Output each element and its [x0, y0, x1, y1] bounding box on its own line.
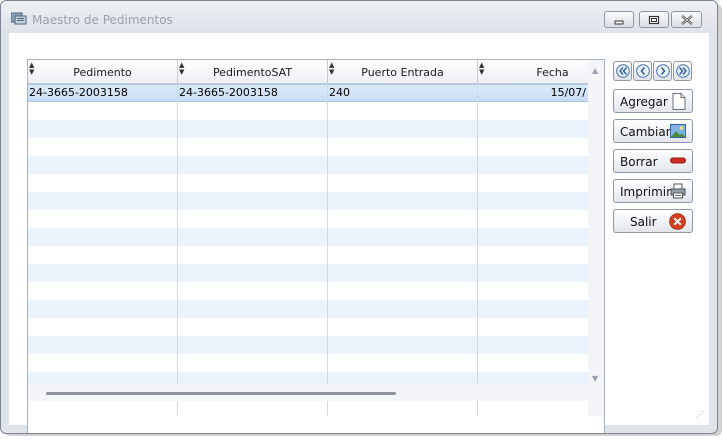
- sort-arrows-icon: ▲ ▼: [479, 61, 485, 76]
- edit-image-icon: [670, 124, 686, 138]
- empty-row: [28, 228, 588, 246]
- chevron-right-icon: [656, 64, 670, 78]
- table-row[interactable]: 24-3665-2003158 24-3665-2003158 240 15/0…: [28, 84, 588, 102]
- cell-fecha: 15/07/: [550, 86, 586, 99]
- close-button[interactable]: [671, 11, 702, 28]
- empty-row: [28, 336, 588, 354]
- column-divider: [327, 84, 328, 416]
- sort-arrows-icon: ▲ ▼: [329, 61, 335, 76]
- salir-label: Salir: [630, 215, 657, 229]
- agregar-label: Agregar: [620, 95, 668, 109]
- chevron-left-icon: [636, 64, 650, 78]
- next-record-button[interactable]: [653, 61, 672, 81]
- minus-icon: [670, 157, 686, 164]
- empty-row: [28, 282, 588, 300]
- minimize-button[interactable]: [604, 11, 634, 28]
- last-record-button[interactable]: [673, 61, 692, 81]
- main-window: Maestro de Pedimentos ▲ ▼ Pedimento ▲ ▼ Pedi…: [0, 0, 718, 434]
- sort-arrows-icon: ▲ ▼: [179, 61, 185, 76]
- empty-row: [28, 264, 588, 282]
- sort-arrows-icon: ▲ ▼: [29, 61, 35, 76]
- double-chevron-right-icon: [676, 64, 690, 78]
- printer-icon: [670, 183, 686, 199]
- grid-rows: 24-3665-2003158 24-3665-2003158 240 15/0…: [28, 84, 588, 416]
- imprimir-label: Imprimir: [620, 185, 672, 199]
- salir-button[interactable]: Salir: [613, 209, 693, 233]
- minimize-icon: [614, 20, 624, 25]
- app-icon: [11, 12, 27, 25]
- empty-row: [28, 156, 588, 174]
- empty-row: [28, 318, 588, 336]
- column-header-pedimentosat[interactable]: ▲ ▼ PedimentoSAT: [178, 60, 328, 84]
- borrar-button[interactable]: Borrar: [613, 149, 693, 173]
- client-area: ▲ ▼ Pedimento ▲ ▼ PedimentoSAT ▲ ▼ Puerto Entr…: [9, 33, 709, 433]
- exit-x-icon: [669, 213, 686, 230]
- column-header-label: Fecha: [536, 66, 569, 79]
- empty-row: [28, 192, 588, 210]
- empty-row: [28, 102, 588, 120]
- scroll-up-arrow-icon[interactable]: ▲: [592, 66, 598, 75]
- maximize-button[interactable]: [639, 11, 669, 28]
- resize-grip-icon[interactable]: ⋰: [696, 410, 704, 419]
- grid-viewport: ▲ ▼ Pedimento ▲ ▼ PedimentoSAT ▲ ▼ Puerto Entr…: [28, 60, 588, 416]
- grid-header: ▲ ▼ Pedimento ▲ ▼ PedimentoSAT ▲ ▼ Puerto Entr…: [28, 60, 588, 84]
- cambiar-label: Cambiar: [620, 125, 671, 139]
- column-header-puerto-entrada[interactable]: ▲ ▼ Puerto Entrada: [328, 60, 478, 84]
- maximize-icon: [648, 15, 660, 25]
- title-bar[interactable]: Maestro de Pedimentos: [1, 1, 717, 33]
- first-record-button[interactable]: [613, 61, 632, 81]
- horizontal-scrollbar[interactable]: [28, 384, 604, 401]
- column-header-label: Pedimento: [73, 66, 132, 79]
- vertical-scrollbar[interactable]: ▲ ▼: [588, 60, 604, 416]
- close-icon: [681, 15, 693, 25]
- imprimir-button[interactable]: Imprimir: [613, 179, 693, 203]
- empty-row: [28, 354, 588, 372]
- column-divider: [477, 84, 478, 416]
- column-header-label: PedimentoSAT: [212, 66, 293, 79]
- column-header-pedimento[interactable]: ▲ ▼ Pedimento: [28, 60, 178, 84]
- empty-row: [28, 300, 588, 318]
- borrar-label: Borrar: [620, 155, 658, 169]
- empty-row: [28, 174, 588, 192]
- column-header-fecha[interactable]: ▲ ▼ Fecha: [478, 60, 588, 84]
- pedimentos-grid[interactable]: ▲ ▼ Pedimento ▲ ▼ PedimentoSAT ▲ ▼ Puerto Entr…: [27, 59, 605, 433]
- horizontal-scroll-thumb[interactable]: [46, 392, 396, 395]
- cambiar-button[interactable]: Cambiar: [613, 119, 693, 143]
- empty-row: [28, 138, 588, 156]
- agregar-button[interactable]: Agregar: [613, 89, 693, 113]
- scroll-down-arrow-icon[interactable]: ▼: [592, 374, 598, 383]
- double-chevron-left-icon: [616, 64, 630, 78]
- empty-row: [28, 246, 588, 264]
- new-document-icon: [672, 93, 686, 110]
- empty-row: [28, 120, 588, 138]
- cell-pedimento: 24-3665-2003158: [29, 86, 128, 99]
- cell-puerto-entrada: 240: [329, 86, 350, 99]
- empty-row: [28, 210, 588, 228]
- previous-record-button[interactable]: [633, 61, 652, 81]
- column-divider: [177, 84, 178, 416]
- window-title: Maestro de Pedimentos: [32, 13, 173, 27]
- cell-pedimentosat: 24-3665-2003158: [179, 86, 278, 99]
- column-header-label: Puerto Entrada: [361, 66, 444, 79]
